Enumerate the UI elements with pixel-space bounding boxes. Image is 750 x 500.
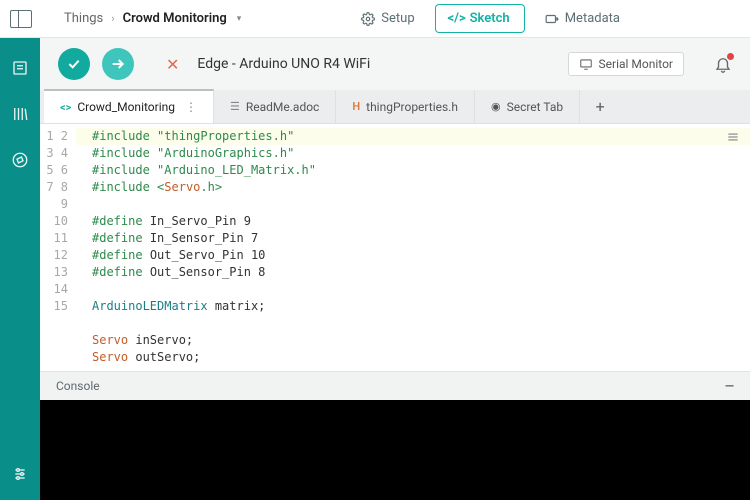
file-tab[interactable]: <>Crowd_Monitoring⋮	[44, 89, 214, 123]
minimize-icon[interactable]: —	[725, 379, 734, 393]
code-content[interactable]: #include "thingProperties.h" #include "A…	[76, 124, 316, 371]
serial-monitor-button[interactable]: Serial Monitor	[568, 52, 684, 76]
library-icon[interactable]	[10, 104, 30, 124]
file-tabs: <>Crowd_Monitoring⋮☰ReadMe.adocHthingPro…	[40, 90, 750, 124]
verify-button[interactable]	[58, 48, 90, 80]
expand-icon[interactable]	[726, 130, 740, 144]
chevron-right-icon: ›	[111, 12, 114, 25]
nav-setup-label: Setup	[381, 11, 414, 26]
breadcrumb-root[interactable]: Things	[64, 11, 103, 26]
tag-icon	[545, 12, 559, 26]
breadcrumb: Things › Crowd Monitoring ▾	[64, 11, 241, 26]
code-icon: </>	[450, 12, 464, 26]
gear-icon	[361, 12, 375, 26]
top-bar: Things › Crowd Monitoring ▾ Setup </> Sk…	[0, 0, 750, 38]
console-bar[interactable]: Console —	[40, 371, 750, 400]
nav-metadata-label: Metadata	[565, 11, 620, 26]
console-label: Console	[56, 379, 100, 393]
file-tab-label: Secret Tab	[507, 100, 564, 114]
file-tab-label: ReadMe.adoc	[246, 100, 319, 114]
upload-button[interactable]	[102, 48, 134, 80]
side-rail	[0, 38, 40, 500]
file-tab-label: Crowd_Monitoring	[77, 100, 175, 114]
breadcrumb-current[interactable]: Crowd Monitoring	[123, 11, 227, 26]
nav-setup[interactable]: Setup	[347, 5, 428, 32]
editor-header: ✕ Edge - Arduino UNO R4 WiFi Serial Moni…	[40, 38, 750, 90]
board-name: Edge - Arduino UNO R4 WiFi	[197, 56, 370, 72]
panel-toggle-icon[interactable]	[10, 10, 32, 28]
code-editor[interactable]: 1 2 3 4 5 6 7 8 9 10 11 12 13 14 15 #inc…	[40, 124, 750, 371]
explore-icon[interactable]	[10, 150, 30, 170]
file-tab[interactable]: ◉Secret Tab	[475, 90, 580, 123]
nav-sketch[interactable]: </> Sketch	[435, 4, 525, 33]
settings-toggle-icon[interactable]	[10, 464, 30, 484]
file-tab-label: thingProperties.h	[366, 100, 458, 114]
close-icon[interactable]: ✕	[166, 55, 179, 74]
kebab-icon[interactable]: ⋮	[185, 100, 197, 114]
line-gutter: 1 2 3 4 5 6 7 8 9 10 11 12 13 14 15	[40, 124, 76, 371]
add-tab-button[interactable]: +	[580, 90, 620, 123]
notifications-icon[interactable]	[714, 55, 732, 73]
console-output	[40, 400, 750, 500]
monitor-icon	[579, 58, 593, 70]
nav-metadata[interactable]: Metadata	[531, 5, 634, 32]
file-tab[interactable]: ☰ReadMe.adoc	[214, 90, 336, 123]
serial-monitor-label: Serial Monitor	[599, 57, 673, 71]
notification-dot-icon	[727, 53, 734, 60]
sketches-icon[interactable]	[10, 58, 30, 78]
file-tab[interactable]: HthingProperties.h	[336, 90, 475, 123]
nav-sketch-label: Sketch	[470, 11, 510, 26]
